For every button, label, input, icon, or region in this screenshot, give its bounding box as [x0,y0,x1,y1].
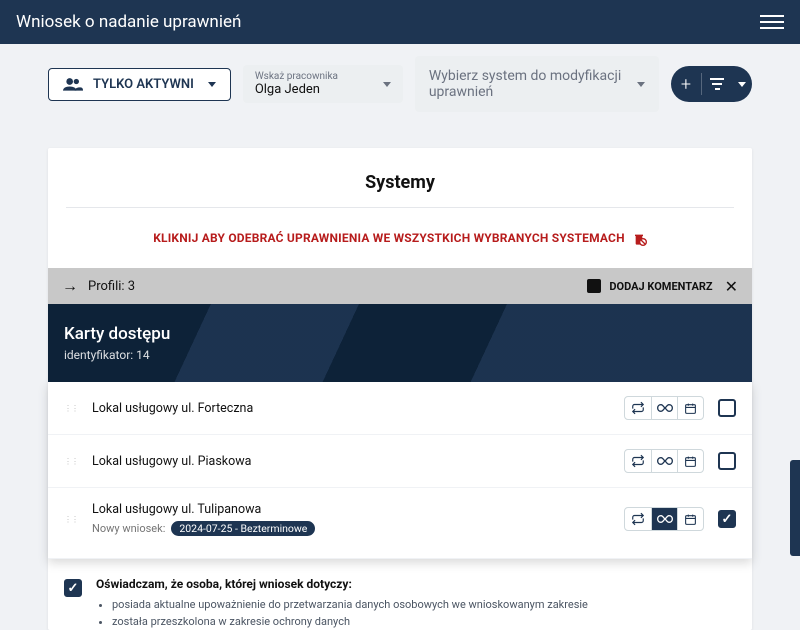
arrow-right-icon[interactable]: → [62,276,78,296]
row-checkbox[interactable] [718,510,736,528]
row-title: Lokal usługowy ul. Tulipanowa [92,502,610,517]
filter-icon [710,78,724,90]
plus-icon [681,74,691,95]
close-icon[interactable]: ✕ [721,277,738,296]
people-icon [63,77,83,91]
row-checkbox[interactable] [718,399,736,417]
infinity-icon[interactable] [651,450,677,472]
declaration-list: posiada aktualne upoważnienie do przetwa… [96,597,588,630]
infinity-icon[interactable] [651,397,677,419]
list-item: ⋮⋮ Lokal usługowy ul. Piaskowa [48,435,752,488]
repeat-icon[interactable] [625,397,651,419]
profiles-bar: → Profili: 3 DODAJ KOMENTARZ ✕ [48,268,752,304]
chevron-down-icon [637,82,645,87]
list-item: ⋮⋮ Lokal usługowy ul. Tulipanowa Nowy wn… [48,488,752,559]
declaration-block: Oświadczam, że osoba, której wniosek dot… [48,559,752,630]
infinity-icon[interactable] [651,508,677,530]
chevron-down-icon [738,82,746,87]
declaration-item: została przeszkolona w zakresie ochrony … [112,614,588,630]
chevron-down-icon [208,82,216,87]
drag-handle-icon[interactable]: ⋮⋮ [64,457,78,466]
declaration-title: Oświadczam, że osoba, której wniosek dot… [96,577,588,591]
revoke-icon [631,230,647,246]
profiles-list: ⋮⋮ Lokal usługowy ul. Forteczna ⋮⋮ Lokal… [48,382,752,559]
repeat-icon[interactable] [625,508,651,530]
row-title: Lokal usługowy ul. Piaskowa [92,454,610,469]
duration-toggle[interactable] [624,396,704,420]
action-pill [671,66,752,102]
calendar-icon[interactable] [677,450,703,472]
filter-button[interactable] [702,66,732,102]
only-active-button[interactable]: TYLKO AKTYWNI [48,68,231,101]
document-icon [587,279,601,293]
actions-dropdown[interactable] [732,66,752,102]
date-chip: 2024-07-25 - Bezterminowe [171,521,315,536]
employee-select[interactable]: Wskaż pracownika Olga Jeden [243,65,403,103]
section-title: Systemy [48,148,752,207]
chevron-down-icon [383,82,391,87]
main-card: Systemy KLIKNIJ ABY ODEBRAĆ UPRAWNIENIA … [48,148,752,630]
calendar-icon[interactable] [677,397,703,419]
only-active-label: TYLKO AKTYWNI [93,77,194,92]
declaration-checkbox[interactable] [64,579,82,597]
hamburger-menu-icon[interactable] [760,10,784,34]
page-title: Wniosek o nadanie uprawnień [16,12,241,32]
revoke-all-link[interactable]: KLIKNIJ ABY ODEBRAĆ UPRAWNIENIA WE WSZYS… [48,208,752,268]
revoke-label: KLIKNIJ ABY ODEBRAĆ UPRAWNIENIA WE WSZYS… [153,231,625,245]
side-tab[interactable] [790,460,800,556]
panel-header: Karty dostępu identyfikator: 14 [48,304,752,382]
calendar-icon[interactable] [677,508,703,530]
employee-value: Olga Jeden [255,82,338,97]
system-select[interactable]: Wybierz system do modyfikacji uprawnień [415,56,659,112]
toolbar: TYLKO AKTYWNI Wskaż pracownika Olga Jede… [0,44,800,124]
add-comment-button[interactable]: DODAJ KOMENTARZ [609,280,712,293]
profiles-count: Profili: 3 [88,279,135,294]
duration-toggle[interactable] [624,449,704,473]
declaration-item: posiada aktualne upoważnienie do przetwa… [112,597,588,614]
panel-title: Karty dostępu [64,324,736,344]
repeat-icon[interactable] [625,450,651,472]
system-placeholder: Wybierz system do modyfikacji uprawnień [429,68,637,100]
row-checkbox[interactable] [718,452,736,470]
drag-handle-icon[interactable]: ⋮⋮ [64,515,78,524]
app-header: Wniosek o nadanie uprawnień [0,0,800,44]
employee-hint: Wskaż pracownika [255,71,338,82]
drag-handle-icon[interactable]: ⋮⋮ [64,404,78,413]
list-item: ⋮⋮ Lokal usługowy ul. Forteczna [48,382,752,435]
add-button[interactable] [671,66,701,102]
panel-subtitle: identyfikator: 14 [64,348,736,362]
row-sub-label: Nowy wniosek: [92,522,165,535]
duration-toggle[interactable] [624,507,704,531]
row-title: Lokal usługowy ul. Forteczna [92,401,610,416]
